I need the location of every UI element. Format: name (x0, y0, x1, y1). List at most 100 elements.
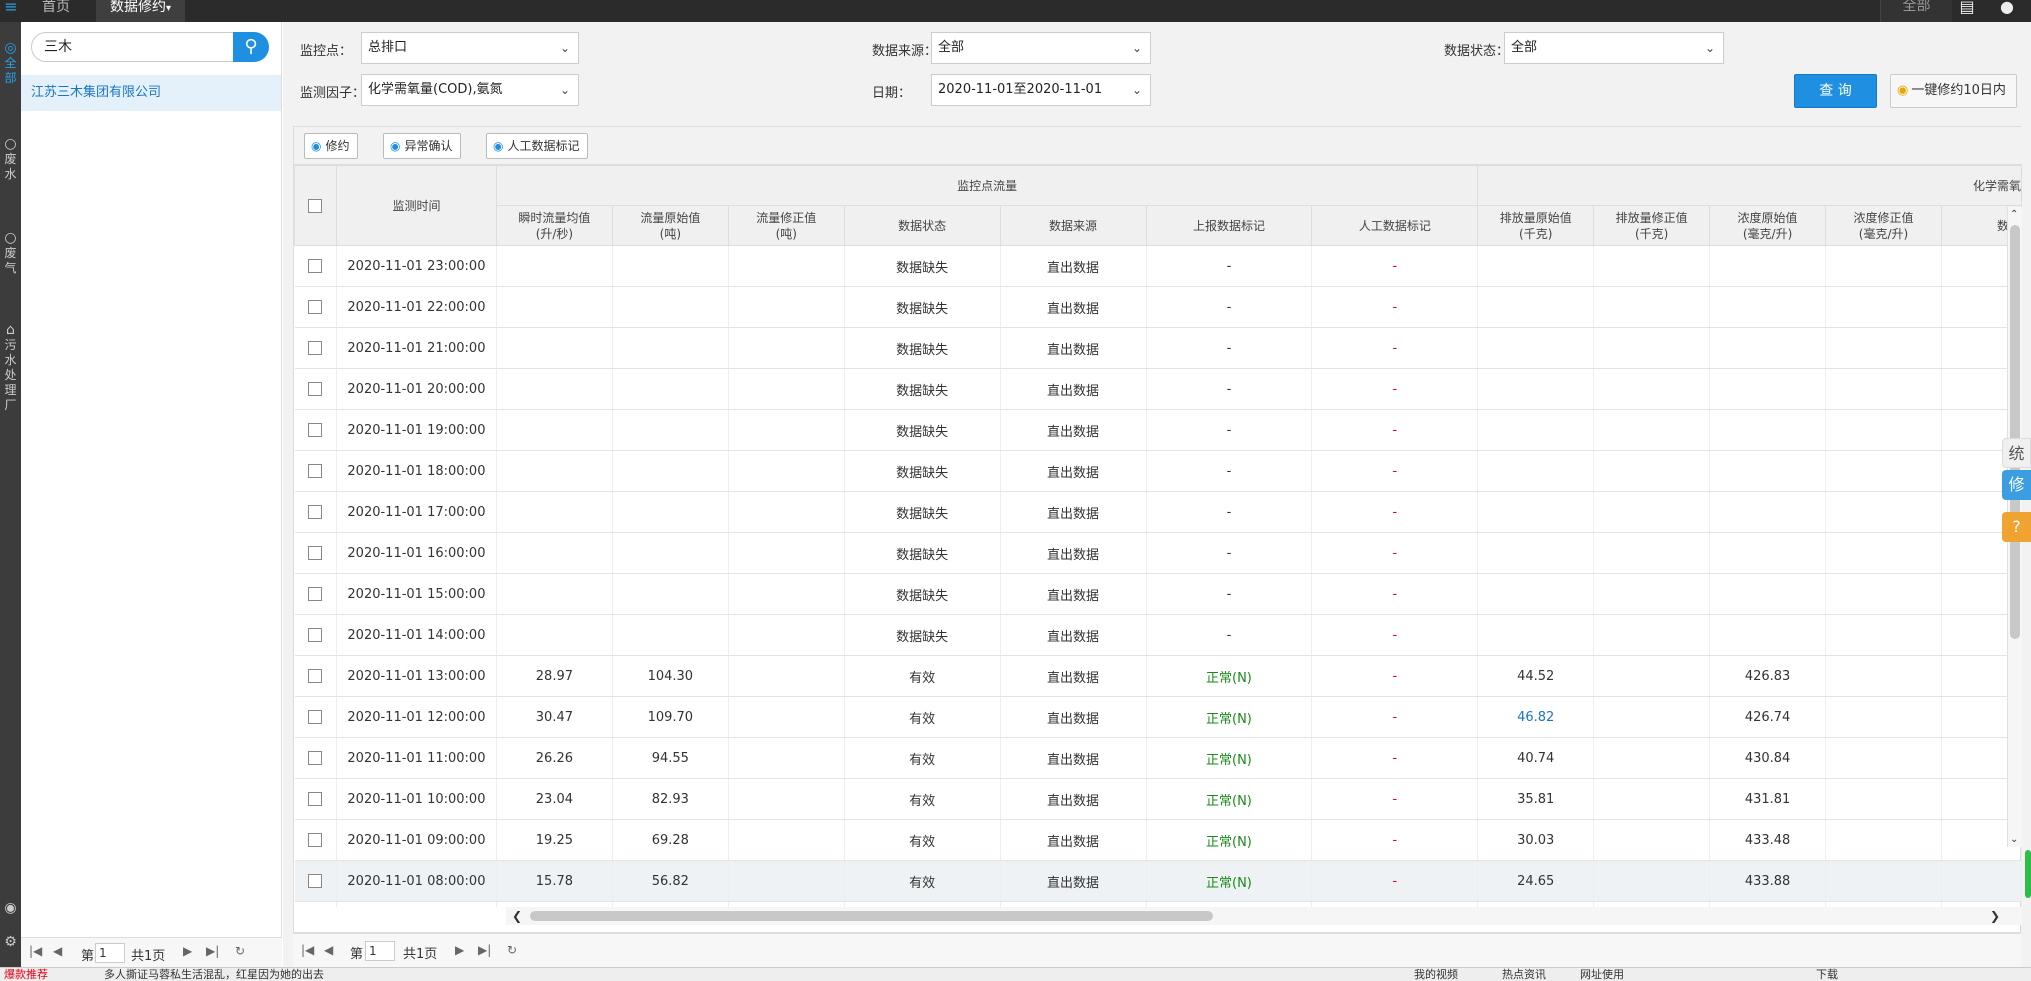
prev-page-icon[interactable]: ◀ (53, 944, 62, 958)
row-checkbox[interactable] (308, 874, 323, 888)
col-report-mark[interactable]: 上报数据标记 (1145, 205, 1313, 246)
table-row[interactable]: 2020-11-01 08:00:00 15.78 56.82 有效 直出数据 正常(N)… (294, 860, 2022, 902)
select-all-checkbox[interactable] (308, 199, 323, 213)
horizontal-scrollbar[interactable]: ❮ ❯ (506, 907, 2022, 925)
message-icon[interactable]: ▤ (1956, 0, 1978, 16)
data-status-select[interactable]: 全部 ⌄ (1504, 32, 1724, 64)
menu-icon[interactable]: ≡ (0, 0, 22, 16)
scroll-thumb[interactable] (2010, 225, 2020, 639)
revise-side-tab[interactable]: 修 (2002, 470, 2031, 500)
help-side-tab[interactable]: ? (2002, 512, 2031, 542)
row-checkbox[interactable] (308, 423, 323, 437)
row-checkbox[interactable] (308, 587, 323, 601)
category-wastewater[interactable]: ○ 废水 (0, 136, 21, 182)
last-page-icon[interactable]: ▶| (478, 943, 491, 957)
news-ticker[interactable]: 多人撕证马蓉私生活混乱，红星因为她的出去 (104, 968, 324, 981)
col-conc-raw[interactable]: 浓度原始值 (毫克/升) (1709, 205, 1827, 246)
download-link[interactable]: 下载 (1816, 968, 1838, 981)
scroll-right-icon[interactable]: ❯ (1990, 909, 2000, 923)
prev-page-icon[interactable]: ◀ (324, 943, 333, 957)
col-flow-fix[interactable]: 流量修正值 (吨) (727, 205, 845, 246)
row-checkbox[interactable] (308, 546, 323, 560)
table-row[interactable]: 2020-11-01 10:00:00 23.04 82.93 有效 直出数据 正常(N)… (294, 778, 2022, 820)
tab-home[interactable]: 首页 (28, 0, 84, 22)
one-click-revise-button[interactable]: ◉ 一键修约10日内 (1890, 74, 2017, 108)
my-video-link[interactable]: 我的视频 (1414, 968, 1458, 981)
refresh-icon[interactable]: ↻ (507, 943, 517, 957)
url-use-link[interactable]: 网址使用 (1580, 968, 1624, 981)
search-button[interactable]: ⚲ (233, 32, 269, 62)
all-button[interactable]: 全部 (1880, 0, 1952, 22)
query-button[interactable]: 查 询 (1794, 74, 1877, 108)
table-row[interactable]: 2020-11-01 17:00:00数据缺失直出数据--污 (294, 491, 2022, 533)
row-checkbox[interactable] (308, 464, 323, 478)
table-row[interactable]: 2020-11-01 13:00:00 28.97 104.30 有效 直出数据 正常(N… (294, 655, 2022, 697)
col-manual-mark[interactable]: 人工数据标记 (1311, 205, 1479, 246)
monitor-point-select[interactable]: 总排口 ⌄ (361, 32, 579, 64)
col-conc-fix[interactable]: 浓度修正值 (毫克/升) (1825, 205, 1942, 246)
scroll-left-icon[interactable]: ❮ (512, 909, 522, 923)
row-checkbox[interactable] (308, 505, 323, 519)
first-page-icon[interactable]: |◀ (301, 943, 314, 957)
table-row[interactable]: 2020-11-01 18:00:00数据缺失直出数据--污 (294, 450, 2022, 492)
table-row[interactable]: 2020-11-01 16:00:00数据缺失直出数据--污 (294, 532, 2022, 574)
col-status[interactable]: 数据状态 (843, 205, 1001, 246)
refresh-icon[interactable]: ↻ (235, 944, 245, 958)
tab-data-revision[interactable]: 数据修约▾ (96, 0, 186, 22)
row-checkbox[interactable] (308, 751, 323, 765)
col-inst-flow[interactable]: 瞬时流量均值 (升/秒) (495, 205, 613, 246)
globe-icon[interactable]: ◉ (0, 900, 21, 916)
col-flow-raw[interactable]: 流量原始值 (吨) (611, 205, 729, 246)
table-row[interactable]: 2020-11-01 09:00:00 19.25 69.28 有效 直出数据 正常(N)… (294, 819, 2022, 861)
first-page-icon[interactable]: |◀ (29, 944, 42, 958)
table-row[interactable]: 2020-11-01 14:00:00数据缺失直出数据--污 (294, 614, 2022, 656)
row-checkbox[interactable] (308, 382, 323, 396)
next-page-icon[interactable]: ▶ (183, 944, 192, 958)
last-page-icon[interactable]: ▶| (206, 944, 219, 958)
abnormal-confirm-button[interactable]: ◉ 异常确认 (383, 133, 461, 159)
row-checkbox[interactable] (308, 259, 323, 273)
scroll-down-icon[interactable]: ⌄ (2010, 834, 2018, 845)
user-icon[interactable]: ● (1996, 0, 2018, 16)
table-row[interactable]: 2020-11-01 23:00:00数据缺失直出数据--污 (294, 245, 2022, 287)
hot-recommend-link[interactable]: 爆款推荐 (4, 968, 48, 981)
row-checkbox[interactable] (308, 669, 323, 683)
row-checkbox[interactable] (308, 628, 323, 642)
scroll-thumb[interactable] (530, 911, 1213, 921)
table-row[interactable]: 2020-11-01 21:00:00数据缺失直出数据--污 (294, 327, 2022, 369)
col-source[interactable]: 数据来源 (999, 205, 1147, 246)
gear-icon[interactable]: ⚙ (0, 934, 21, 950)
row-checkbox[interactable] (308, 341, 323, 355)
data-source-select[interactable]: 全部 ⌄ (931, 32, 1151, 64)
cell-emit-raw[interactable]: 46.82 (1477, 696, 1595, 738)
next-page-icon[interactable]: ▶ (455, 943, 464, 957)
revise-button[interactable]: ◉ 修约 (304, 133, 358, 159)
col-emit-fix[interactable]: 排放量修正值 (千克) (1593, 205, 1711, 246)
factor-select[interactable]: 化学需氧量(COD),氨氮 ⌄ (361, 74, 579, 106)
table-row[interactable]: 2020-11-01 20:00:00数据缺失直出数据--污 (294, 368, 2022, 410)
row-checkbox[interactable] (308, 833, 323, 847)
col-time[interactable]: 监测时间 (335, 165, 497, 246)
table-row[interactable]: 2020-11-01 11:00:00 26.26 94.55 有效 直出数据 正常(N)… (294, 737, 2022, 779)
stats-side-tab[interactable]: 统 (2002, 438, 2031, 468)
table-row[interactable]: 2020-11-01 12:00:00 30.47 109.70 有效 直出数据 正常(N… (294, 696, 2022, 738)
col-emit-raw[interactable]: 排放量原始值 (千克) (1477, 205, 1595, 246)
search-input[interactable]: 三木 (31, 32, 235, 62)
page-number-input[interactable]: 1 (365, 941, 395, 961)
page-number-input[interactable]: 1 (95, 943, 125, 963)
table-row[interactable]: 2020-11-01 22:00:00数据缺失直出数据--污 (294, 286, 2022, 328)
date-range-select[interactable]: 2020-11-01至2020-11-01 ⌄ (931, 74, 1151, 106)
category-sewage-plant[interactable]: ⌂ 污水处理厂 (0, 322, 21, 413)
row-checkbox[interactable] (308, 710, 323, 724)
row-checkbox[interactable] (308, 792, 323, 806)
cell-report-mark: - (1146, 491, 1313, 533)
scroll-up-icon[interactable]: ⌃ (2010, 209, 2018, 220)
table-row[interactable]: 2020-11-01 15:00:00数据缺失直出数据--污 (294, 573, 2022, 615)
category-exhaust[interactable]: ○ 废气 (0, 230, 21, 276)
manual-mark-button[interactable]: ◉ 人工数据标记 (486, 133, 588, 159)
row-checkbox[interactable] (308, 300, 323, 314)
table-row[interactable]: 2020-11-01 19:00:00数据缺失直出数据--污 (294, 409, 2022, 451)
hot-news-link[interactable]: 热点资讯 (1502, 968, 1546, 981)
company-list-item[interactable]: 江苏三木集团有限公司 (21, 75, 281, 111)
category-all[interactable]: ◎ 全部 (0, 40, 21, 86)
